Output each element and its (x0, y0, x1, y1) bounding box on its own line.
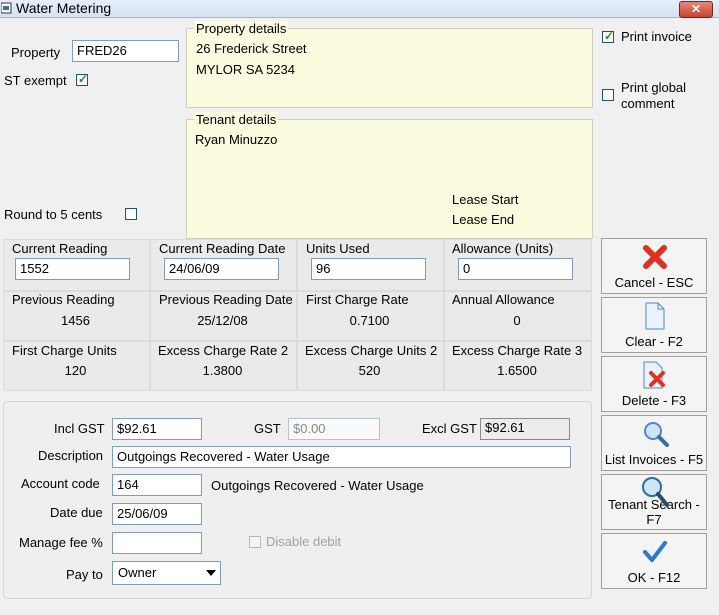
print-global-checkbox[interactable] (602, 89, 614, 101)
current-reading-input[interactable]: 1552 (15, 258, 130, 280)
ok-button-label: OK - F12 (627, 570, 681, 585)
excess-rate3-label: Excess Charge Rate 3 (452, 343, 583, 358)
close-icon: ✕ (690, 2, 702, 16)
account-code-label: Account code (21, 476, 100, 491)
account-name: Outgoings Recovered - Water Usage (211, 478, 424, 493)
previous-reading-value: 1456 (61, 313, 90, 328)
print-global-label: Print global comment (621, 80, 687, 111)
current-reading-label: Current Reading (12, 241, 108, 256)
property-input[interactable]: FRED26 (72, 40, 179, 62)
blank-page-icon (645, 302, 665, 330)
incl-gst-label: Incl GST (54, 421, 105, 436)
manage-fee-label: Manage fee % (19, 535, 103, 550)
pay-to-value: Owner (118, 565, 157, 580)
magnifier-icon (644, 422, 669, 447)
clear-button-label: Clear - F2 (625, 334, 683, 349)
ok-button[interactable]: OK - F12 (601, 533, 707, 589)
property-details-title: Property details (194, 21, 289, 36)
description-input[interactable]: Outgoings Recovered - Water Usage (112, 446, 571, 468)
date-due-input[interactable]: 25/06/09 (112, 503, 202, 525)
current-date-label: Current Reading Date (159, 241, 286, 256)
clear-button[interactable]: Clear - F2 (601, 297, 707, 353)
close-button[interactable]: ✕ (679, 1, 713, 18)
tenant-name: Ryan Minuzzo (195, 132, 278, 147)
first-units-value: 120 (64, 363, 87, 378)
pay-to-select[interactable]: Owner (112, 561, 221, 585)
list-invoices-label: List Invoices - F5 (604, 452, 704, 467)
excess-units2-label: Excess Charge Units 2 (305, 343, 438, 358)
chevron-down-icon (206, 570, 216, 576)
manage-fee-input[interactable] (112, 532, 202, 554)
excess-units2-value: 520 (358, 363, 381, 378)
annual-allowance-label: Annual Allowance (452, 292, 555, 307)
gst-input[interactable]: $0.00 (288, 418, 380, 440)
property-address-line2: MYLOR SA 5234 (196, 62, 295, 77)
annual-allowance-value: 0 (513, 313, 521, 328)
st-exempt-label: ST exempt (4, 73, 67, 88)
round-label: Round to 5 cents (4, 207, 103, 222)
previous-reading-label: Previous Reading (12, 292, 115, 307)
excl-gst-label: Excl GST (422, 421, 477, 436)
first-rate-value: 0.7100 (349, 313, 390, 328)
allowance-input[interactable]: 0 (458, 258, 573, 280)
units-used-input[interactable]: 96 (311, 258, 426, 280)
previous-date-value: 25/12/08 (197, 313, 248, 328)
checkmark-icon: ✓ (78, 72, 89, 86)
list-invoices-button[interactable]: List Invoices - F5 (601, 415, 707, 471)
delete-page-icon (643, 361, 665, 389)
round-checkbox[interactable] (125, 208, 137, 220)
property-address-line1: 26 Frederick Street (196, 41, 307, 56)
property-label: Property (11, 45, 61, 60)
lease-start-label: Lease Start (452, 192, 519, 207)
allowance-label: Allowance (Units) (452, 241, 554, 256)
tenant-details-title: Tenant details (194, 112, 279, 127)
excess-rate3-value: 1.6500 (497, 363, 537, 378)
first-units-label: First Charge Units (12, 343, 117, 358)
delete-button[interactable]: Delete - F3 (601, 356, 707, 412)
excess-rate2-value: 1.3800 (202, 363, 243, 378)
delete-button-label: Delete - F3 (621, 393, 687, 408)
previous-date-label: Previous Reading Date (159, 292, 293, 307)
title-bar: Water Metering ✕ (0, 0, 719, 18)
tenant-search-button[interactable]: Tenant Search - F7 (601, 474, 707, 530)
units-used-label: Units Used (306, 241, 370, 256)
checkmark-icon (643, 541, 667, 562)
first-rate-label: First Charge Rate (306, 292, 409, 307)
window-title: Water Metering (16, 0, 112, 16)
disable-debit-checkbox[interactable] (249, 536, 261, 548)
print-invoice-checkbox[interactable]: ✓ (602, 29, 615, 43)
app-icon (1, 2, 12, 14)
excess-rate2-label: Excess Charge Rate 2 (158, 343, 289, 358)
description-label: Description (38, 448, 104, 463)
cancel-icon (643, 245, 667, 269)
account-code-input[interactable]: 164 (112, 474, 202, 496)
excl-gst-value: $92.61 (480, 418, 570, 440)
incl-gst-input[interactable]: $92.61 (112, 418, 202, 440)
date-due-label: Date due (50, 505, 103, 520)
cancel-button-label: Cancel - ESC (614, 275, 694, 290)
search-icon (642, 477, 669, 507)
disable-debit-label: Disable debit (266, 534, 342, 549)
checkmark-icon: ✓ (604, 29, 615, 43)
gst-label: GST (254, 421, 281, 436)
pay-to-label: Pay to (66, 567, 103, 582)
lease-end-label: Lease End (452, 212, 515, 227)
print-invoice-label: Print invoice (621, 29, 692, 44)
cancel-button[interactable]: Cancel - ESC (601, 238, 707, 294)
current-date-input[interactable]: 24/06/09 (164, 258, 279, 280)
st-exempt-checkbox[interactable]: ✓ (76, 72, 89, 86)
